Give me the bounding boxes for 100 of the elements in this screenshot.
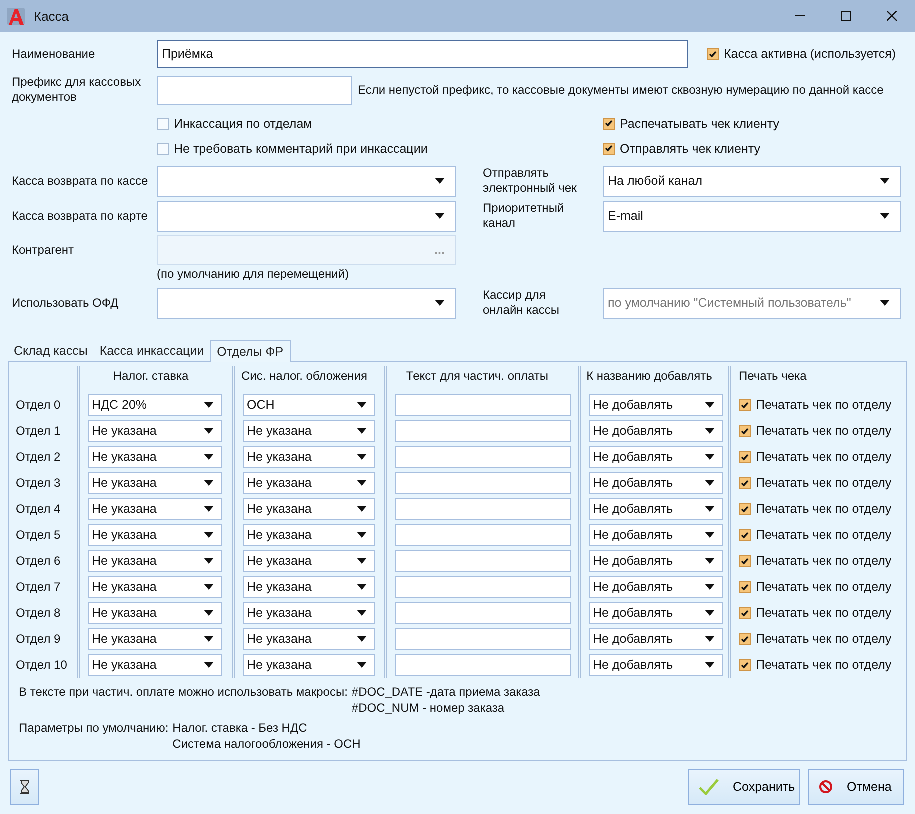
checkbox[interactable]: [739, 555, 751, 567]
name-suffix-dropdown[interactable]: Не добавлять: [589, 524, 723, 546]
checkbox[interactable]: [739, 451, 751, 463]
ofd-dropdown[interactable]: [157, 288, 456, 318]
name-suffix-dropdown[interactable]: Не добавлять: [589, 602, 723, 624]
tax-rate-dropdown[interactable]: Не указана: [88, 498, 222, 520]
checkbox-label[interactable]: Печатать чек по отделу: [756, 502, 892, 516]
partial-payment-text-field[interactable]: [395, 394, 571, 416]
partial-payment-text-field[interactable]: [395, 498, 571, 520]
tab[interactable]: Касса инкассации: [94, 341, 210, 361]
save-button[interactable]: Сохранить: [688, 769, 800, 805]
partial-payment-text-field[interactable]: [395, 654, 571, 676]
checkbox-label[interactable]: Печатать чек по отделу: [756, 554, 892, 568]
tax-rate-dropdown[interactable]: Не указана: [88, 524, 222, 546]
tax-system-dropdown[interactable]: Не указана: [243, 550, 375, 572]
tax-system-dropdown[interactable]: Не указана: [243, 420, 375, 442]
name-suffix-dropdown[interactable]: Не добавлять: [589, 550, 723, 572]
tax-system-dropdown[interactable]: Не указана: [243, 524, 375, 546]
partial-payment-text-field[interactable]: [395, 628, 571, 650]
tax-rate-dropdown[interactable]: Не указана: [88, 446, 222, 468]
cashier-dropdown[interactable]: по умолчанию "Системный пользователь": [603, 288, 901, 318]
checkbox[interactable]: [739, 399, 751, 411]
partial-payment-text-field[interactable]: [395, 602, 571, 624]
partial-payment-text-field[interactable]: [395, 524, 571, 546]
tax-rate-dropdown[interactable]: Не указана: [88, 472, 222, 494]
checkbox-label[interactable]: Печатать чек по отделу: [756, 424, 892, 438]
checkbox[interactable]: [739, 477, 751, 489]
tax-rate-dropdown[interactable]: Не указана: [88, 420, 222, 442]
tax-rate-dropdown[interactable]: НДС 20%: [88, 394, 222, 416]
name-suffix-dropdown[interactable]: Не добавлять: [589, 394, 723, 416]
name-suffix-dropdown[interactable]: Не добавлять: [589, 446, 723, 468]
checkbox-label[interactable]: Инкассация по отделам: [174, 116, 312, 130]
checkbox-label[interactable]: Не требовать комментарий при инкассации: [174, 142, 428, 156]
tax-rate-dropdown[interactable]: Не указана: [88, 550, 222, 572]
checkbox[interactable]: [603, 118, 615, 130]
checkbox-label[interactable]: Печатать чек по отделу: [756, 476, 892, 490]
checkbox-label[interactable]: Печатать чек по отделу: [756, 450, 892, 464]
minimize-icon: [795, 15, 805, 17]
name-suffix-dropdown[interactable]: Не добавлять: [589, 576, 723, 598]
tab[interactable]: Отделы ФР: [210, 340, 291, 362]
tax-system-dropdown[interactable]: Не указана: [243, 576, 375, 598]
name-suffix-dropdown[interactable]: Не добавлять: [589, 420, 723, 442]
tax-system-dropdown[interactable]: Не указана: [243, 628, 375, 650]
checkbox[interactable]: [157, 142, 169, 154]
checkbox-label[interactable]: Печатать чек по отделу: [756, 580, 892, 594]
name-suffix-dropdown[interactable]: Не добавлять: [589, 472, 723, 494]
dropdown-caret-icon: [357, 454, 367, 460]
partial-payment-text-field[interactable]: [395, 550, 571, 572]
checkbox[interactable]: [739, 503, 751, 515]
tax-rate-dropdown[interactable]: Не указана: [88, 654, 222, 676]
tax-system-dropdown[interactable]: Не указана: [243, 654, 375, 676]
tax-rate-dropdown[interactable]: Не указана: [88, 576, 222, 598]
priority-channel-dropdown[interactable]: E-mail: [603, 200, 901, 232]
return-cash-dropdown[interactable]: [157, 166, 456, 196]
dropdown-caret-icon: [705, 584, 715, 590]
name-suffix-dropdown[interactable]: Не добавлять: [589, 628, 723, 650]
checkbox[interactable]: [739, 425, 751, 437]
checkbox[interactable]: [739, 607, 751, 619]
dropdown-caret-icon: [357, 506, 367, 512]
tab[interactable]: Склад кассы: [8, 341, 94, 361]
checkbox[interactable]: [707, 48, 719, 60]
dropdown-caret-icon: [705, 402, 715, 408]
tax-system-dropdown[interactable]: Не указана: [243, 602, 375, 624]
tax-rate-dropdown[interactable]: Не указана: [88, 602, 222, 624]
checkbox-label[interactable]: Печатать чек по отделу: [756, 398, 892, 412]
checkbox[interactable]: [739, 659, 751, 671]
dropdown-caret-icon: [705, 636, 715, 642]
department-label: Отдел 10: [15, 657, 68, 674]
checkbox[interactable]: [603, 142, 615, 154]
department-label: Отдел 0: [15, 397, 62, 414]
partial-payment-text-field[interactable]: [395, 446, 571, 468]
tax-system-dropdown[interactable]: Не указана: [243, 446, 375, 468]
checkbox-label[interactable]: Печатать чек по отделу: [756, 632, 892, 646]
checkbox[interactable]: [739, 529, 751, 541]
name-suffix-dropdown[interactable]: Не добавлять: [589, 498, 723, 520]
checkbox-label[interactable]: Печатать чек по отделу: [756, 606, 892, 620]
hourglass-button[interactable]: [10, 769, 39, 805]
cancel-button[interactable]: Отмена: [808, 769, 904, 805]
partial-payment-text-field[interactable]: [395, 472, 571, 494]
prefix-field[interactable]: [157, 76, 352, 104]
partial-payment-text-field[interactable]: [395, 420, 571, 442]
checkbox[interactable]: [157, 118, 169, 130]
checkbox-label[interactable]: Касса активна (используется): [724, 47, 896, 61]
checkbox-label[interactable]: Печатать чек по отделу: [756, 528, 892, 542]
return-card-dropdown[interactable]: [157, 200, 456, 232]
checkbox[interactable]: [739, 581, 751, 593]
tax-system-dropdown[interactable]: Не указана: [243, 472, 375, 494]
field-label: Префикс для кассовых документов: [12, 75, 142, 105]
name-suffix-dropdown[interactable]: Не добавлять: [589, 654, 723, 676]
partial-payment-text-field[interactable]: [395, 576, 571, 598]
checkbox-label[interactable]: Распечатывать чек клиенту: [620, 116, 780, 130]
receipt-channel-dropdown[interactable]: На любой канал: [603, 166, 901, 196]
name-field[interactable]: Приёмка: [157, 40, 688, 68]
checkbox-label[interactable]: Печатать чек по отделу: [756, 658, 892, 672]
note-text: Налог. ставка - Без НДС: [172, 720, 308, 736]
tax-system-dropdown[interactable]: ОСН: [243, 394, 375, 416]
tax-system-dropdown[interactable]: Не указана: [243, 498, 375, 520]
checkbox-label[interactable]: Отправлять чек клиенту: [620, 142, 761, 156]
checkbox[interactable]: [739, 633, 751, 645]
tax-rate-dropdown[interactable]: Не указана: [88, 628, 222, 650]
